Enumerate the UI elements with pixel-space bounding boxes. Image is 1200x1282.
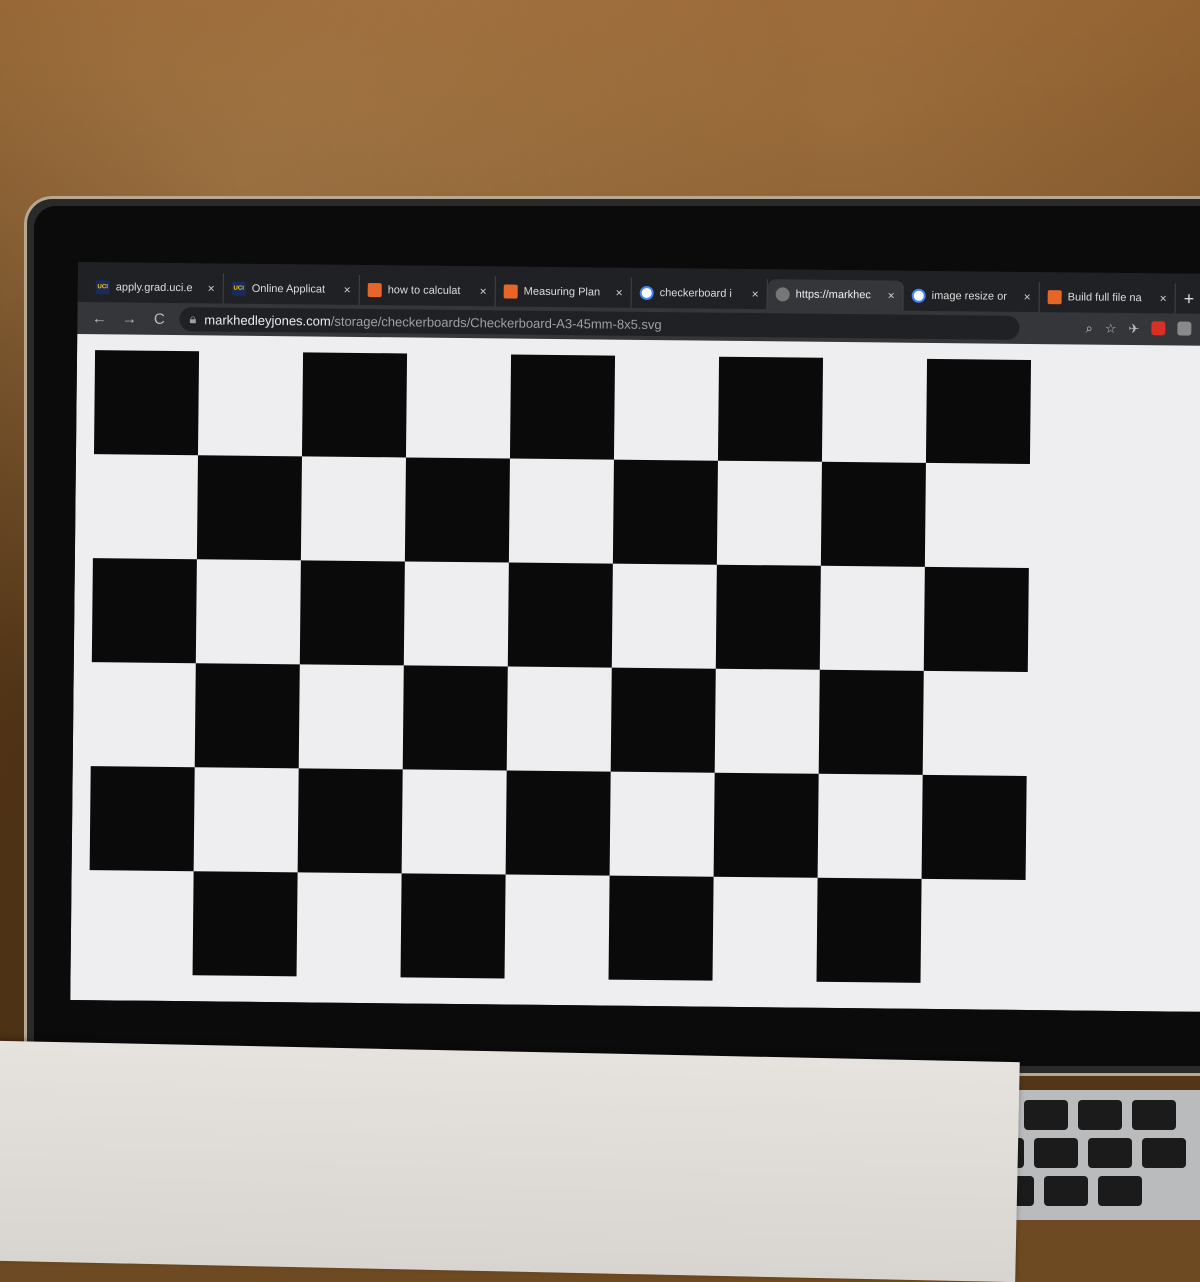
checkerboard-square xyxy=(509,354,616,460)
bookmark-star-icon[interactable]: ☆ xyxy=(1105,321,1117,337)
checkerboard-square xyxy=(299,560,405,666)
tab-close-icon[interactable]: × xyxy=(1024,290,1031,304)
tab-close-icon[interactable]: × xyxy=(344,283,351,297)
checkerboard-square xyxy=(301,352,408,458)
browser-tab[interactable]: Measuring Plan × xyxy=(495,276,632,308)
tab-close-icon[interactable]: × xyxy=(1160,291,1167,305)
tab-title: Measuring Plan xyxy=(523,285,601,299)
keyboard-key xyxy=(1078,1100,1122,1130)
keyboard-key xyxy=(1088,1138,1132,1168)
back-button[interactable]: ← xyxy=(89,310,109,327)
checkerboard-square xyxy=(608,875,714,981)
checkerboard-square xyxy=(921,774,1027,880)
tab-title: checkerboard i xyxy=(659,287,732,300)
checkerboard-square xyxy=(610,667,716,773)
browser-tab[interactable]: checkerboard i × xyxy=(631,277,768,310)
tab-close-icon[interactable]: × xyxy=(888,288,895,302)
keyboard-key xyxy=(1024,1100,1068,1130)
checkerboard-square xyxy=(91,558,197,664)
keyboard-key xyxy=(1142,1138,1186,1168)
checkerboard-square xyxy=(820,461,926,567)
tab-close-icon[interactable]: × xyxy=(616,286,623,300)
checkerboard-square xyxy=(194,663,300,769)
paper-sheet xyxy=(0,1040,1020,1282)
checkerboard-square xyxy=(192,871,298,977)
checkerboard-square xyxy=(404,457,510,563)
tab-title: how to calculat xyxy=(387,284,461,298)
lock-icon: 🔒︎ xyxy=(189,311,197,327)
uci-logo-icon: UCI xyxy=(95,280,110,295)
tab-title: apply.grad.uci.e xyxy=(115,281,193,295)
browser-tab[interactable]: how to calculat × xyxy=(359,274,496,307)
zoom-icon[interactable]: ⌕ xyxy=(1085,321,1092,337)
tab-title: https://markhec xyxy=(795,288,871,302)
checkerboard-square xyxy=(507,562,613,668)
checkerboard-square xyxy=(402,665,508,771)
checkerboard-square xyxy=(297,768,403,874)
google-icon xyxy=(911,288,926,303)
forward-button[interactable]: → xyxy=(119,310,139,327)
checkerboard xyxy=(89,350,1032,984)
google-icon xyxy=(639,285,654,301)
extension-icon[interactable]: ✈ xyxy=(1128,321,1139,337)
checkerboard-square xyxy=(923,566,1029,672)
tab-title: image resize or xyxy=(931,289,1007,303)
checkerboard-square xyxy=(713,772,819,878)
laptop-screen: UCI apply.grad.uci.e × UCI Online Applicat × h… xyxy=(70,262,1200,1012)
checkerboard-square xyxy=(717,356,824,462)
checkerboard-square xyxy=(818,669,924,775)
browser-tab[interactable]: UCI apply.grad.uci.e × xyxy=(87,272,224,304)
keyboard-key xyxy=(1034,1138,1078,1168)
checkerboard-square xyxy=(505,770,611,876)
checkerboard-square xyxy=(196,455,302,561)
matlab-icon xyxy=(367,283,382,298)
tab-close-icon[interactable]: × xyxy=(752,287,759,301)
tab-close-icon[interactable]: × xyxy=(208,281,215,295)
address-bar[interactable]: 🔒︎ markhedleyjones.com/storage/checkerbo… xyxy=(179,307,1020,340)
browser-tab[interactable]: https://markhec × xyxy=(767,279,904,311)
checkerboard-square xyxy=(715,564,821,670)
keyboard-key xyxy=(1132,1100,1176,1130)
matlab-icon xyxy=(1047,290,1062,305)
svg-page-viewport xyxy=(70,333,1200,1012)
record-extension-icon[interactable] xyxy=(1151,321,1166,336)
url-host: markhedleyjones.com xyxy=(204,311,331,329)
checkerboard-square xyxy=(93,350,200,456)
globe-icon xyxy=(775,287,790,302)
tab-close-icon[interactable]: × xyxy=(480,284,487,298)
checkerboard-square xyxy=(400,873,506,979)
url-path: /storage/checkerboards/Checkerboard-A3-4… xyxy=(330,313,662,332)
checkerboard-square xyxy=(612,459,718,565)
browser-tab[interactable]: image resize or × xyxy=(903,280,1040,313)
tab-title: Online Applicat xyxy=(251,282,326,296)
tab-title: Build full file na xyxy=(1067,291,1142,305)
reload-button[interactable]: C xyxy=(149,310,169,327)
checkerboard-square xyxy=(89,766,195,872)
checkerboard-square xyxy=(925,358,1032,464)
keyboard-key xyxy=(1044,1176,1088,1206)
checkerboard-square xyxy=(816,877,922,983)
matlab-icon xyxy=(503,284,518,299)
uci-logo-icon: UCI xyxy=(231,281,246,296)
keyboard-key xyxy=(1098,1176,1142,1206)
new-tab-button[interactable]: + xyxy=(1176,283,1200,313)
extension-icon-grey[interactable] xyxy=(1177,321,1192,336)
browser-tab[interactable]: Build full file na × xyxy=(1039,282,1176,314)
browser-tab[interactable]: UCI Online Applicat × xyxy=(223,273,360,305)
